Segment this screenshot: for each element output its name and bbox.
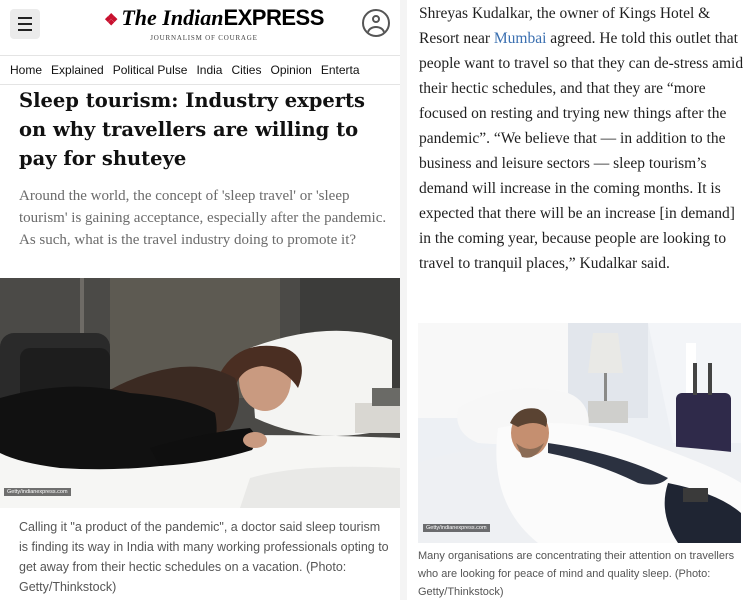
article-image-sleeping-woman: Getty/indianexpress.com [0,278,400,508]
paragraph-text-end: agreed. He told this outlet that people … [419,30,744,272]
logo-mark-icon: ❖ [104,12,119,29]
nav-item-entertainment[interactable]: Enterta [321,56,360,84]
logo-tagline: JOURNALISM OF COURAGE [150,34,258,42]
sleeping-woman-illustration [0,278,400,508]
article-image-sleeping-man: Getty/indianexpress.com [418,323,741,543]
nav-item-cities[interactable]: Cities [231,56,261,84]
left-article-panel: ❖ The IndianEXPRESS JOURNALISM OF COURAGE… [0,0,400,600]
site-header: ❖ The IndianEXPRESS JOURNALISM OF COURAGE [0,0,400,50]
nav-item-explained[interactable]: Explained [51,56,104,84]
logo-text-express: EXPRESS [223,5,324,30]
nav-item-india[interactable]: India [196,56,222,84]
nav-item-opinion[interactable]: Opinion [270,56,311,84]
user-account-icon[interactable] [362,9,390,37]
image-caption: Many organisations are concentrating the… [418,550,735,598]
site-logo[interactable]: ❖ The IndianEXPRESS JOURNALISM OF COURAGE [104,5,324,43]
nav-item-home[interactable]: Home [10,56,42,84]
panel-divider [400,0,407,600]
hamburger-menu-icon[interactable] [10,9,40,39]
nav-item-political-pulse[interactable]: Political Pulse [113,56,188,84]
article-headline: Sleep tourism: Industry experts on why t… [19,89,366,170]
article-paragraph: Shreyas Kudalkar, the owner of Kings Hot… [419,1,749,276]
main-nav: Home Explained Political Pulse India Cities O… [0,55,400,85]
sleeping-man-illustration [418,323,741,543]
image-credit: Getty/indianexpress.com [4,488,71,496]
image-credit: Getty/indianexpress.com [423,524,490,532]
logo-text-main: The Indian [121,5,224,30]
right-article-panel: Shreyas Kudalkar, the owner of Kings Hot… [407,0,750,600]
image-caption: Calling it "a product of the pandemic", … [19,520,389,594]
mumbai-link[interactable]: Mumbai [494,30,547,47]
article-synopsis: Around the world, the concept of 'sleep … [19,188,387,248]
